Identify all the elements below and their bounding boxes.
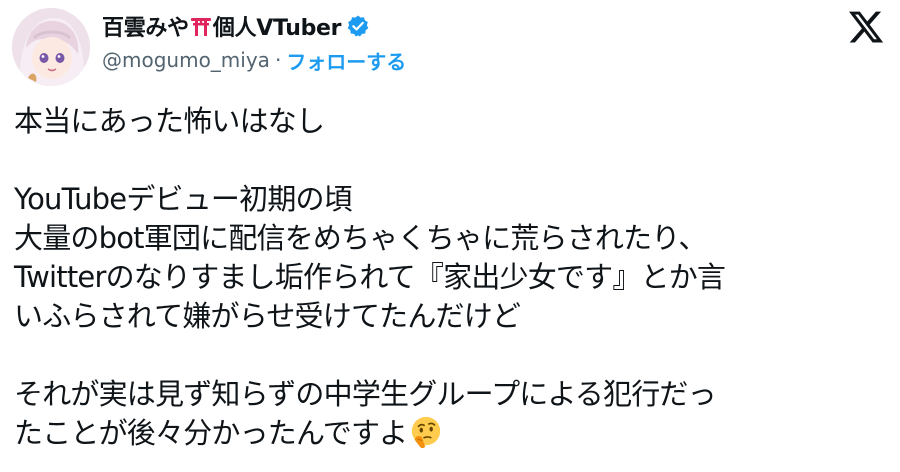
torii-gate-icon xyxy=(190,18,211,36)
tweet-line: Twitterのなりすまし垢作られて『家出少女です』とか言 xyxy=(14,260,726,294)
author-handle[interactable]: @mogumo_miya xyxy=(102,48,270,72)
avatar[interactable] xyxy=(12,8,90,86)
avatar-image xyxy=(12,8,90,86)
tweet-line: いふらされて嫌がらせ受けてたんだけど xyxy=(14,299,521,333)
handle-row: @mogumo_miya · フォローする xyxy=(102,46,406,74)
tweet-line: 本当にあった怖いはなし xyxy=(14,104,325,138)
tweet-line: YouTubeデビュー初期の頃 xyxy=(14,182,353,216)
tweet-card: 百雲みや 個人VTuber @mogumo_miya · フォローする 本当にあ… xyxy=(0,0,900,472)
display-name-part1[interactable]: 百雲みや xyxy=(102,10,189,42)
verified-badge-icon xyxy=(347,15,369,37)
display-name-part2[interactable]: 個人VTuber xyxy=(213,10,342,42)
tweet-line: 大量のbot軍団に配信をめちゃくちゃに荒らされたり、 xyxy=(14,221,707,255)
tweet-text: 本当にあった怖いはなし YouTubeデビュー初期の頃 大量のbot軍団に配信を… xyxy=(14,102,894,453)
thinking-face-emoji-icon xyxy=(412,416,441,449)
separator-dot: · xyxy=(274,48,282,72)
x-logo-icon[interactable] xyxy=(847,8,885,46)
tweet-last-line: たことが後々分かったんですよ xyxy=(14,414,894,453)
follow-button[interactable]: フォローする xyxy=(286,46,406,75)
author-name-row[interactable]: 百雲みや 個人VTuber xyxy=(102,10,370,42)
tweet-line-text: たことが後々分かったんですよ xyxy=(14,416,408,450)
tweet-line: それが実は見ず知らずの中学生グループによる犯行だっ xyxy=(14,377,717,411)
